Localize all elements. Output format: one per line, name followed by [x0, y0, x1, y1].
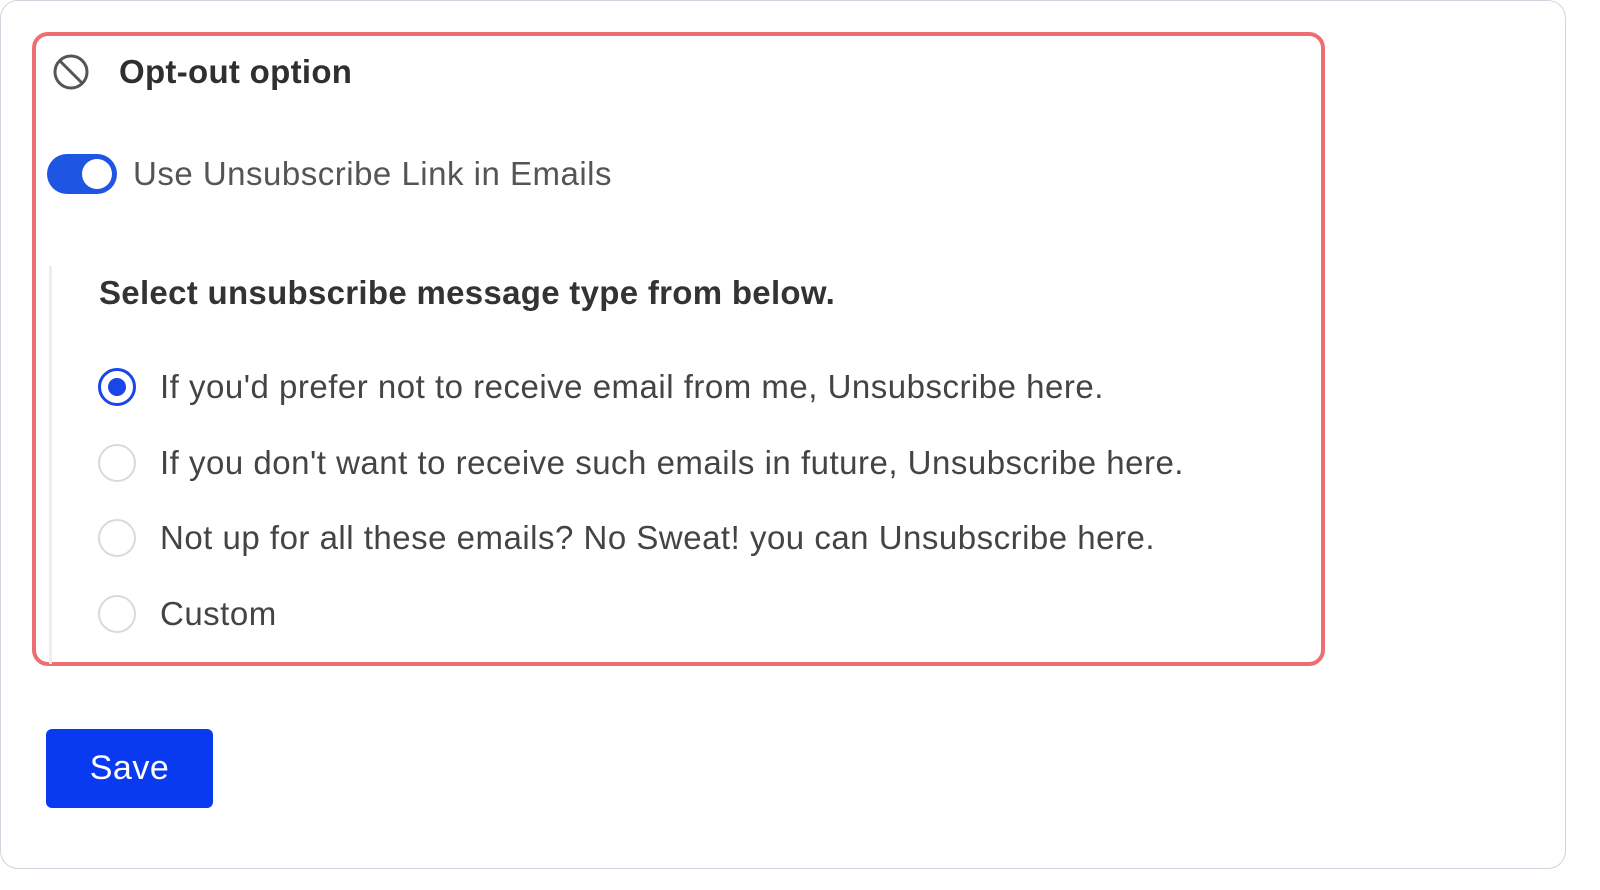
settings-panel: Opt-out option Use Unsubscribe Link in E…: [0, 0, 1566, 869]
radio-option-label: If you don't want to receive such emails…: [160, 444, 1184, 481]
sub-section-divider: [49, 266, 52, 664]
opt-out-section: Opt-out option Use Unsubscribe Link in E…: [32, 32, 1325, 666]
radio-dot: [108, 378, 126, 396]
radio-button[interactable]: [98, 444, 136, 482]
radio-button-selected[interactable]: [98, 368, 136, 406]
section-header: Opt-out option: [51, 52, 352, 92]
save-button[interactable]: Save: [46, 729, 213, 808]
radio-option-custom[interactable]: Custom: [98, 595, 277, 633]
radio-option-1[interactable]: If you'd prefer not to receive email fro…: [98, 368, 1104, 406]
toggle-label: Use Unsubscribe Link in Emails: [133, 155, 613, 192]
radio-option-label: Custom: [160, 595, 277, 632]
unsubscribe-link-toggle[interactable]: [47, 154, 117, 194]
message-type-heading: Select unsubscribe message type from bel…: [99, 274, 836, 311]
radio-option-3[interactable]: Not up for all these emails? No Sweat! y…: [98, 519, 1155, 557]
radio-button[interactable]: [98, 595, 136, 633]
radio-button[interactable]: [98, 519, 136, 557]
radio-option-2[interactable]: If you don't want to receive such emails…: [98, 444, 1184, 482]
radio-option-label: If you'd prefer not to receive email fro…: [160, 368, 1104, 405]
section-title: Opt-out option: [119, 53, 353, 90]
toggle-knob: [82, 159, 112, 189]
radio-option-label: Not up for all these emails? No Sweat! y…: [160, 519, 1155, 556]
ban-icon: [51, 52, 91, 92]
unsubscribe-link-toggle-row[interactable]: Use Unsubscribe Link in Emails: [47, 154, 612, 194]
